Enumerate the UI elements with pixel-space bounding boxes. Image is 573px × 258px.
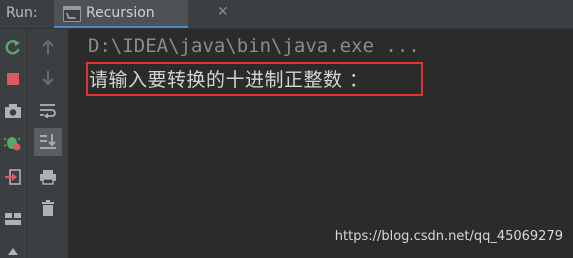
- scroll-to-end-button[interactable]: [34, 128, 62, 156]
- clear-all-button[interactable]: [37, 197, 59, 219]
- layout-icon: [5, 213, 21, 225]
- run-label: Run:: [6, 5, 38, 21]
- rerun-button[interactable]: [2, 37, 24, 59]
- run-tool-window: Run: Recursion ✕ D:\IDEA\java\bin\java.e…: [0, 0, 573, 258]
- restore-layout-icon: [5, 169, 21, 185]
- rerun-icon: [5, 40, 20, 55]
- print-icon: [40, 170, 56, 185]
- down-arrow-icon: [42, 71, 54, 86]
- run-header-bar: Run: Recursion ✕: [0, 0, 573, 29]
- trash-icon: [42, 200, 54, 216]
- camera-icon: [5, 104, 21, 118]
- stop-button[interactable]: [2, 68, 24, 90]
- watermark: https://blog.csdn.net/qq_45069279: [334, 229, 563, 244]
- stop-icon: [7, 73, 19, 85]
- soft-wrap-icon: [40, 104, 56, 118]
- dump-threads-button[interactable]: [2, 100, 24, 122]
- close-tab-icon[interactable]: ✕: [217, 4, 229, 20]
- more-actions-button[interactable]: [2, 241, 24, 258]
- soft-wrap-button[interactable]: [37, 99, 59, 121]
- chevron-up-icon: [8, 248, 18, 255]
- command-line: D:\IDEA\java\bin\java.exe ...: [88, 35, 420, 57]
- debug-settings-icon: [4, 137, 21, 151]
- run-actions-toolbar: [0, 29, 28, 258]
- console-icon: [63, 6, 81, 22]
- layout-settings-button[interactable]: [2, 208, 24, 230]
- restore-layout-button[interactable]: [2, 166, 24, 188]
- highlight-box: [86, 62, 423, 96]
- tab-recursion[interactable]: Recursion ✕: [54, 0, 229, 28]
- scroll-to-end-icon: [40, 134, 56, 149]
- debug-settings-button[interactable]: [2, 132, 24, 154]
- tab-title: Recursion: [86, 5, 155, 21]
- print-button[interactable]: [37, 166, 59, 188]
- up-arrow-icon: [42, 39, 54, 54]
- previous-occurrence-button[interactable]: [37, 36, 59, 58]
- console-actions-toolbar: [28, 29, 69, 258]
- next-occurrence-button[interactable]: [37, 67, 59, 89]
